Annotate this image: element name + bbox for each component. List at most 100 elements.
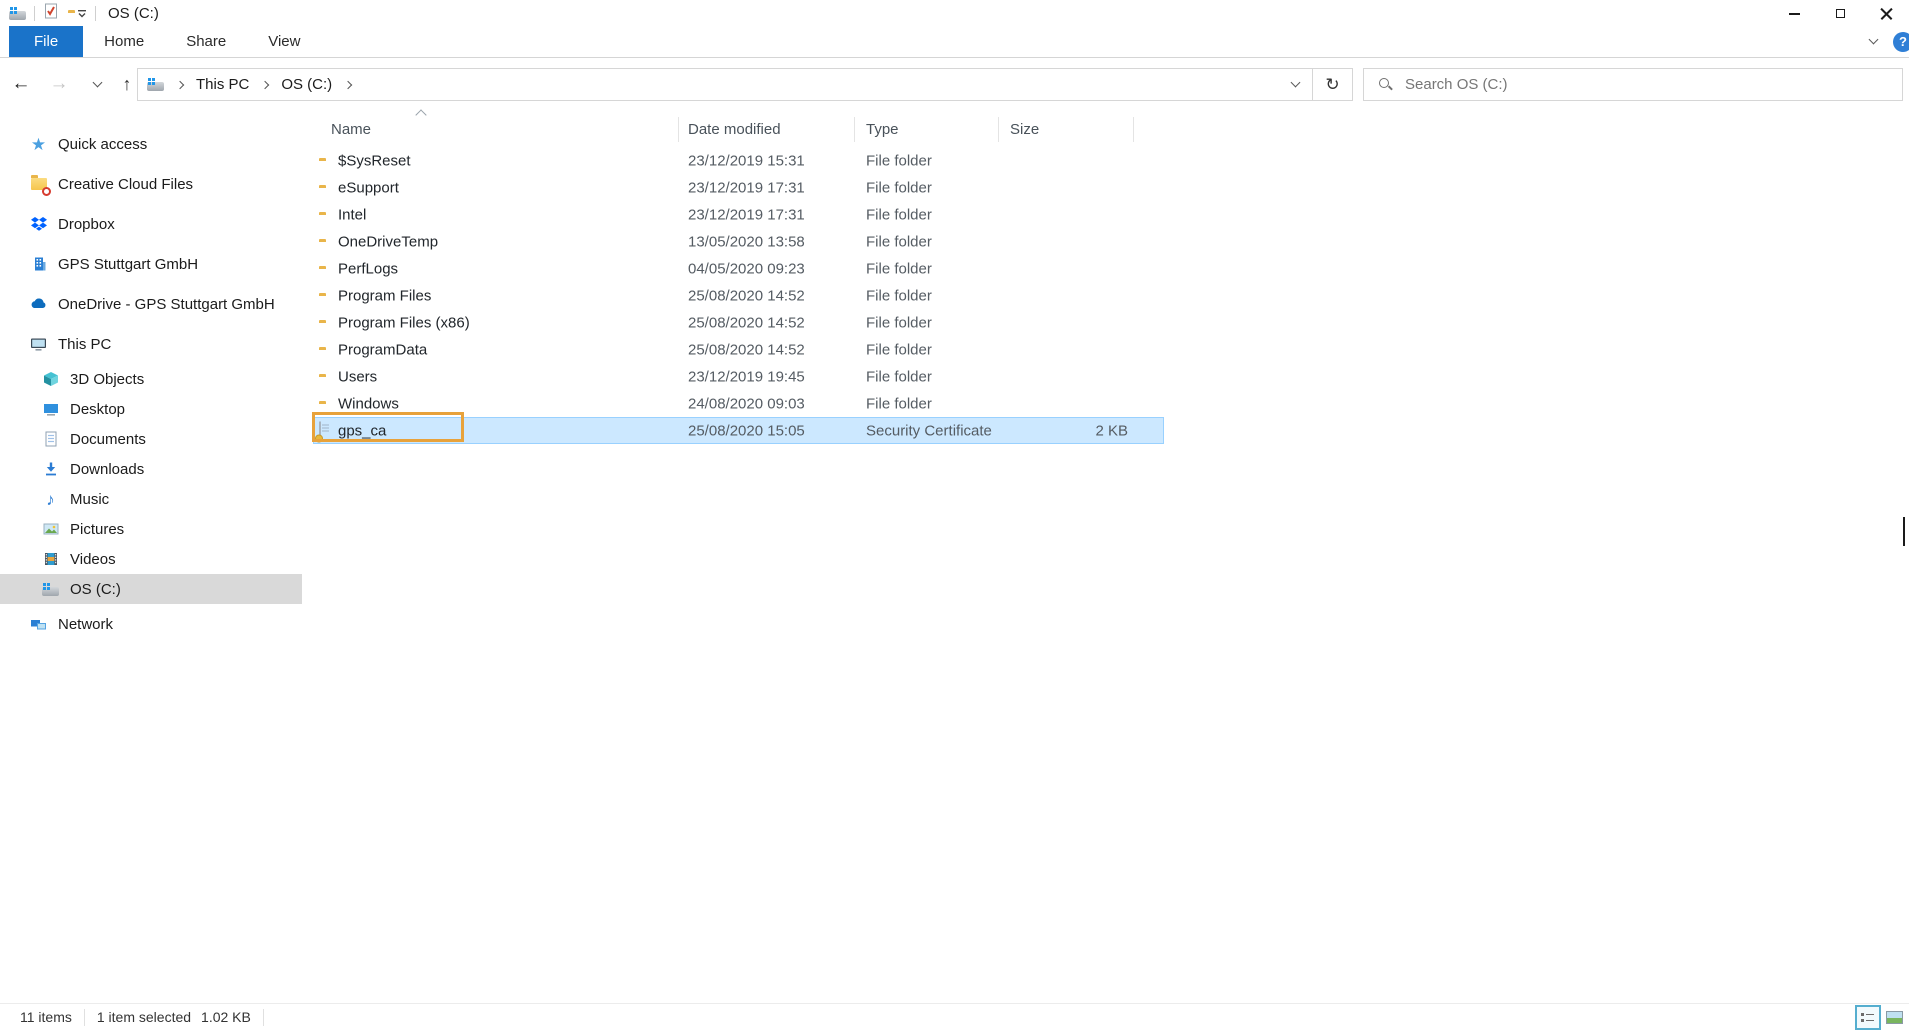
creative-cloud-folder-icon	[30, 176, 47, 193]
address-history-dropdown[interactable]	[1278, 69, 1312, 100]
status-bar: 11 items 1 item selected 1.02 KB	[0, 1003, 1909, 1030]
details-view-button[interactable]	[1855, 1005, 1881, 1030]
sidebar-item-music[interactable]: ♪ Music	[0, 484, 302, 514]
back-button[interactable]: ←	[6, 69, 36, 99]
details-view-icon	[1861, 1012, 1875, 1024]
file-row-selected-gps-ca[interactable]: gps_ca 25/08/2020 15:05 Security Certifi…	[313, 417, 1164, 444]
search-placeholder: Search OS (C:)	[1405, 76, 1508, 93]
file-list: $SysReset 23/12/2019 15:31 File folder e…	[313, 147, 1164, 444]
file-row[interactable]: eSupport 23/12/2019 17:31 File folder	[313, 174, 1164, 201]
this-pc-icon	[30, 336, 47, 353]
sidebar-item-pictures[interactable]: Pictures	[0, 514, 302, 544]
close-button[interactable]	[1863, 0, 1909, 27]
music-note-icon: ♪	[42, 491, 59, 508]
file-row[interactable]: Program Files (x86) 25/08/2020 14:52 Fil…	[313, 309, 1164, 336]
text-cursor-mark	[1903, 517, 1905, 546]
file-row[interactable]: OneDriveTemp 13/05/2020 13:58 File folde…	[313, 228, 1164, 255]
breadcrumb: This PC OS (C:)	[138, 76, 1278, 93]
properties-icon[interactable]	[43, 3, 59, 23]
restore-icon	[1836, 9, 1845, 18]
sidebar-item-desktop[interactable]: Desktop	[0, 394, 302, 424]
sidebar-item-gps-stuttgart[interactable]: GPS Stuttgart GmbH	[0, 244, 302, 284]
sort-ascending-caret-icon	[415, 109, 426, 120]
search-icon	[1379, 78, 1393, 92]
tab-file[interactable]: File	[9, 26, 83, 57]
selection-count: 1 item selected	[97, 1009, 191, 1025]
sidebar-item-documents[interactable]: Documents	[0, 424, 302, 454]
sidebar-item-onedrive[interactable]: OneDrive - GPS Stuttgart GmbH	[0, 284, 302, 324]
network-icon	[30, 616, 47, 633]
file-row[interactable]: Windows 24/08/2020 09:03 File folder	[313, 390, 1164, 417]
file-row[interactable]: Users 23/12/2019 19:45 File folder	[313, 363, 1164, 390]
breadcrumb-os-c[interactable]: OS (C:)	[281, 76, 332, 93]
tab-home[interactable]: Home	[83, 26, 165, 57]
column-headers: Name Date modified Type Size	[313, 114, 1164, 144]
restore-button[interactable]	[1817, 0, 1863, 27]
dropbox-icon	[30, 216, 47, 233]
status-separator	[84, 1009, 85, 1026]
building-icon	[30, 256, 47, 273]
view-toggle-buttons	[1855, 1004, 1907, 1030]
column-header-type[interactable]: Type	[866, 121, 899, 138]
thumbnails-view-icon	[1886, 1011, 1903, 1024]
downloads-arrow-icon	[42, 461, 59, 478]
titlebar-separator-2	[95, 6, 96, 21]
file-row[interactable]: Program Files 25/08/2020 14:52 File fold…	[313, 282, 1164, 309]
breadcrumb-chevron-icon[interactable]	[344, 80, 352, 88]
navigation-pane: ★ Quick access Creative Cloud Files Drop…	[0, 110, 302, 1003]
drive-icon	[147, 76, 164, 93]
quick-access-toolbar	[43, 3, 87, 23]
sidebar-item-creative-cloud-files[interactable]: Creative Cloud Files	[0, 164, 302, 204]
minimize-button[interactable]	[1771, 0, 1817, 27]
close-icon	[1880, 7, 1893, 20]
file-row[interactable]: $SysReset 23/12/2019 15:31 File folder	[313, 147, 1164, 174]
quick-access-star-icon: ★	[30, 136, 47, 153]
app-drive-icon	[9, 5, 26, 22]
breadcrumb-this-pc[interactable]: This PC	[196, 76, 249, 93]
titlebar: OS (C:)	[0, 0, 1909, 26]
pictures-icon	[42, 521, 59, 538]
recent-locations-chevron[interactable]	[82, 69, 112, 99]
certificate-icon	[319, 422, 321, 439]
file-row[interactable]: Intel 23/12/2019 17:31 File folder	[313, 201, 1164, 228]
customize-qat-dropdown-icon[interactable]	[77, 5, 87, 22]
window-title: OS (C:)	[108, 5, 159, 22]
window-controls	[1771, 0, 1909, 27]
address-bar[interactable]: This PC OS (C:) ↻	[137, 68, 1353, 101]
sidebar-item-this-pc[interactable]: This PC	[0, 324, 302, 364]
refresh-button[interactable]: ↻	[1312, 69, 1352, 100]
3d-objects-cube-icon	[42, 371, 59, 388]
sidebar-item-videos[interactable]: Videos	[0, 544, 302, 574]
file-list-pane: Name Date modified Type Size $SysReset 2…	[302, 110, 1909, 1003]
sidebar-item-quick-access[interactable]: ★ Quick access	[0, 124, 302, 164]
sidebar-item-downloads[interactable]: Downloads	[0, 454, 302, 484]
ribbon-tabs: File Home Share View ?	[0, 26, 1909, 58]
search-box[interactable]: Search OS (C:)	[1363, 68, 1903, 101]
sidebar-item-os-c[interactable]: OS (C:)	[0, 574, 302, 604]
item-count: 11 items	[20, 1009, 72, 1025]
onedrive-cloud-icon	[30, 296, 47, 313]
navigation-bar: ← → ↑ This PC OS (C:) ↻ Search OS (C:)	[0, 58, 1909, 110]
sidebar-item-3d-objects[interactable]: 3D Objects	[0, 364, 302, 394]
column-header-date-modified[interactable]: Date modified	[688, 121, 781, 138]
sidebar-item-network[interactable]: Network	[0, 604, 302, 644]
status-separator-2	[263, 1009, 264, 1026]
os-c-drive-icon	[42, 581, 59, 598]
column-header-name[interactable]: Name	[331, 121, 371, 138]
file-row[interactable]: PerfLogs 04/05/2020 09:23 File folder	[313, 255, 1164, 282]
titlebar-separator	[34, 6, 35, 21]
expand-ribbon-chevron-icon[interactable]	[1869, 35, 1879, 45]
file-row[interactable]: ProgramData 25/08/2020 14:52 File folder	[313, 336, 1164, 363]
breadcrumb-chevron-icon[interactable]	[261, 80, 269, 88]
help-icon[interactable]: ?	[1893, 32, 1909, 52]
minimize-icon	[1789, 13, 1800, 15]
large-icons-view-button[interactable]	[1881, 1005, 1907, 1030]
sidebar-item-dropbox[interactable]: Dropbox	[0, 204, 302, 244]
tab-view[interactable]: View	[247, 26, 321, 57]
forward-button[interactable]: →	[44, 69, 74, 99]
selection-size: 1.02 KB	[201, 1009, 251, 1025]
breadcrumb-chevron-icon[interactable]	[176, 80, 184, 88]
column-header-size[interactable]: Size	[1010, 121, 1039, 138]
desktop-icon	[42, 401, 59, 418]
tab-share[interactable]: Share	[165, 26, 247, 57]
